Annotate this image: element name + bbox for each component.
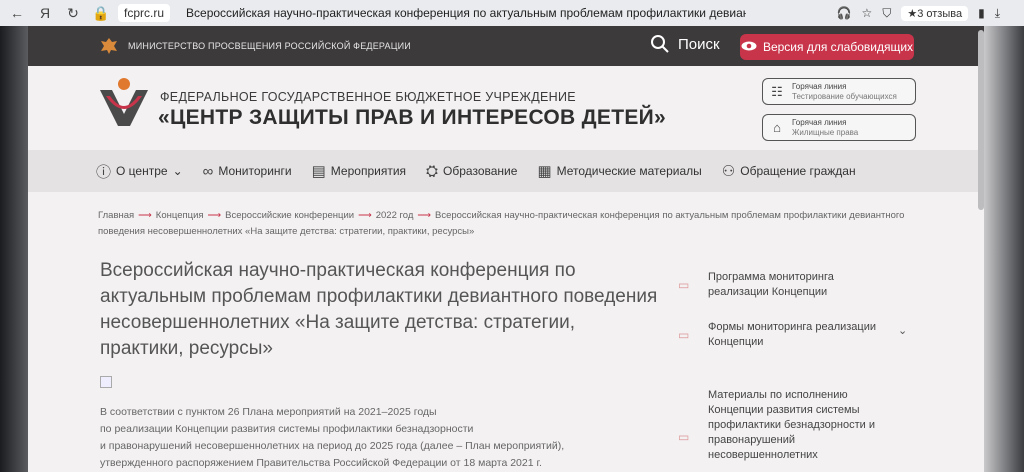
arrow-right-icon: ⟶ [138,210,152,221]
nav-label: Мероприятия [330,164,407,178]
nav-label: Методические материалы [556,164,702,178]
nav-label: Мониторинги [218,164,292,178]
eagle-emblem-icon [98,35,120,57]
breadcrumb-link[interactable]: Всероссийские конференции [225,210,354,221]
back-icon[interactable]: ← [6,2,28,24]
hotline-testing-button[interactable]: ☷ Горячая линия Тестирование обучающихся [762,78,916,105]
lock-icon: 🔒 [92,4,110,21]
browser-toolbar: ← Я ↻ 🔒 fcprc.ru Всероссийская научно-пр… [0,0,1024,26]
reviews-badge[interactable]: ★3 отзыва [901,5,969,21]
search-label: Поиск [678,35,720,53]
tab-title: Всероссийская научно-практическая конфер… [186,6,747,20]
bookmark-icon[interactable]: ▮ [978,6,985,20]
nav-label: Обращение граждан [740,164,856,178]
scrollbar[interactable] [978,30,984,210]
nav-label: О центре [116,164,168,178]
reload-icon[interactable]: ↻ [62,2,84,24]
document-icon: ▦ [537,163,552,180]
address-bar[interactable]: fcprc.ru [118,4,171,22]
body-line: по реализации Концепции развития системы… [100,423,474,435]
hotline-title: Горячая линия [792,117,847,127]
chevron-down-icon[interactable]: ⌄ [898,324,907,337]
download-icon[interactable]: ⤓ [995,6,1000,21]
graduation-cap-icon: ⛭ [426,162,439,180]
house-icon: ⌂ [773,120,781,135]
body-line: утвержденного распоряжением Правительств… [100,457,542,469]
presentation-icon: ▤ [311,163,326,180]
arrow-right-icon: ⟶ [358,210,372,221]
site-logo-icon[interactable] [96,76,152,134]
page-title: Всероссийская научно-практическая конфер… [100,260,658,359]
headphones-icon[interactable]: 🎧 [837,6,852,20]
yandex-icon[interactable]: Я [34,2,56,24]
binoculars-icon: ∞ [202,162,214,180]
ministry-name[interactable]: МИНИСТЕРСТВО ПРОСВЕЩЕНИЯ РОССИЙСКОЙ ФЕДЕ… [128,41,411,51]
page-viewport: МИНИСТЕРСТВО ПРОСВЕЩЕНИЯ РОССИЙСКОЙ ФЕДЕ… [28,26,984,472]
arrow-right-icon: ⟶ [417,210,431,221]
nav-item-education[interactable]: ⛭ Образование [426,163,517,180]
sidebar-item-label: Программа мониторинга реализации Концепц… [708,271,834,298]
sidebar-item-label: Материалы по исполнению Концепции развит… [708,389,875,461]
breadcrumb-link[interactable]: Главная [98,210,134,221]
document-icon: ▭ [678,328,690,342]
top-bar: МИНИСТЕРСТВО ПРОСВЕЩЕНИЯ РОССИЙСКОЙ ФЕДЕ… [28,26,984,66]
nav-item-monitoring[interactable]: ∞ Мониторинги [203,163,292,180]
document-icon: ▭ [678,430,690,444]
chevron-down-icon: ⌄ [172,164,183,178]
search-button[interactable]: Поиск [650,34,720,54]
article-body: В соответствии с пунктом 26 Плана меропр… [100,404,660,472]
site-header: ФЕДЕРАЛЬНОЕ ГОСУДАРСТВЕННОЕ БЮДЖЕТНОЕ УЧ… [28,66,984,150]
info-icon: ⓘ [96,163,112,181]
body-line: В соответствии с пунктом 26 Плана меропр… [100,406,437,418]
hotline-housing-button[interactable]: ⌂ Горячая линия Жилищные права [762,114,916,141]
nav-item-events[interactable]: ▤ Мероприятия [312,162,406,180]
screen-bezel-left [0,26,28,472]
arrow-right-icon: ⟶ [207,210,222,221]
accessibility-label: Версия для слабовидящих [762,40,914,54]
hotline-subtitle: Жилищные права [792,127,859,137]
shield-icon[interactable]: ⛉ [882,6,891,21]
org-subtitle: ФЕДЕРАЛЬНОЕ ГОСУДАРСТВЕННОЕ БЮДЖЕТНОЕ УЧ… [160,90,576,104]
people-icon: ⚇ [721,163,736,180]
org-title[interactable]: «ЦЕНТР ЗАЩИТЫ ПРАВ И ИНТЕРЕСОВ ДЕТЕЙ» [158,106,666,130]
screen-bezel-right [984,26,1024,472]
hotline-subtitle: Тестирование обучающихся [792,91,897,101]
checklist-icon: ☷ [771,83,783,99]
eye-icon [741,40,757,54]
nav-item-appeals[interactable]: ⚇ Обращение граждан [722,162,856,180]
breadcrumb-link[interactable]: 2022 год [376,210,414,221]
breadcrumb: Главная ⟶ Концепция ⟶ Всероссийские конферен… [98,208,938,240]
main-nav: ⓘ О центре ⌄ ∞ Мониторинги ▤ Мероприятия… [28,150,984,192]
sidebar-item-label: Формы мониторинга реализации Концепции [708,321,877,348]
broken-image-icon [100,376,112,388]
body-line: и правонарушений несовершеннолетних на п… [100,440,565,452]
search-icon [650,34,670,54]
nav-label: Образование [443,164,518,178]
bookmark-star-icon[interactable]: ☆ [862,6,873,20]
document-icon: ▭ [678,278,690,292]
hotline-title: Горячая линия [792,81,847,91]
breadcrumb-link[interactable]: Концепция [156,210,204,221]
nav-item-about[interactable]: ⓘ О центре ⌄ [96,161,183,182]
accessibility-version-button[interactable]: Версия для слабовидящих [740,34,914,60]
nav-item-methodical[interactable]: ▦ Методические материалы [537,162,701,180]
